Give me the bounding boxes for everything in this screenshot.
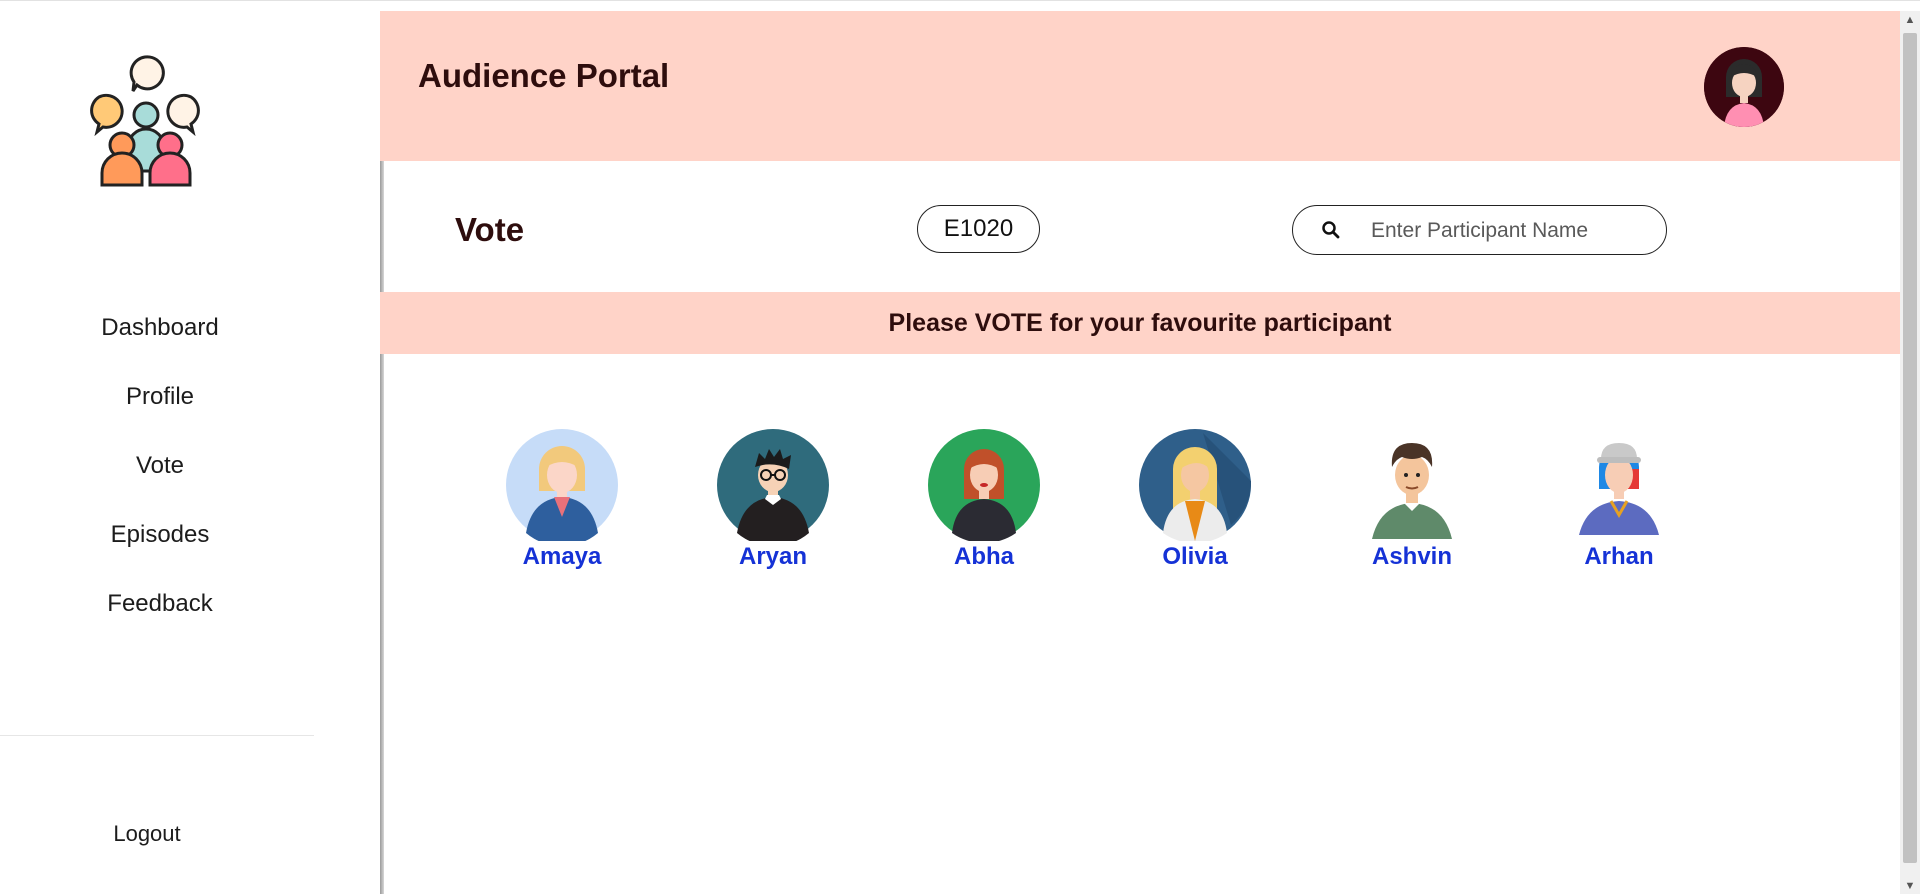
section-title: Vote xyxy=(455,211,525,248)
app-window: Dashboard Profile Vote Episodes Feedback… xyxy=(0,0,1920,894)
scroll-up-arrow-icon[interactable]: ▲ xyxy=(1900,11,1920,29)
scroll-down-arrow-icon[interactable]: ▼ xyxy=(1900,877,1920,894)
participant-name: Abha xyxy=(954,543,1014,570)
participant-card[interactable]: Amaya xyxy=(482,429,642,571)
sidebar-item-dashboard[interactable]: Dashboard xyxy=(0,309,320,378)
page-title: Audience Portal xyxy=(418,57,670,94)
participant-name: Arhan xyxy=(1584,543,1654,570)
participant-search xyxy=(1292,205,1667,255)
sidebar-item-feedback[interactable]: Feedback xyxy=(0,585,320,654)
avatar-man-glasses-icon xyxy=(717,429,829,541)
vote-banner: Please VOTE for your favourite participa… xyxy=(380,292,1900,354)
participant-list: Amaya Aryan Abha Olivia Ashvin Arhan xyxy=(0,429,1900,589)
avatar-man-brown-hair-icon xyxy=(1372,443,1452,539)
participant-card[interactable]: Abha xyxy=(904,429,1064,571)
scrollbar-thumb[interactable] xyxy=(1903,33,1917,863)
sidebar-divider xyxy=(0,735,314,736)
participant-name: Olivia xyxy=(1162,543,1228,570)
audience-logo-icon xyxy=(90,55,200,187)
vertical-scrollbar[interactable]: ▲ ▼ xyxy=(1900,11,1920,894)
episode-id-badge: E1020 xyxy=(917,205,1040,253)
participant-card[interactable]: Arhan xyxy=(1539,429,1699,571)
participant-card[interactable]: Aryan xyxy=(693,429,853,571)
avatar-woman-blonde-long-icon xyxy=(1139,429,1251,541)
logout-button[interactable]: Logout xyxy=(0,821,294,847)
participant-name: Ashvin xyxy=(1371,543,1452,570)
participant-search-input[interactable] xyxy=(1369,212,1653,250)
user-avatar[interactable] xyxy=(1704,47,1784,127)
avatar-woman-blonde-icon xyxy=(506,429,618,541)
search-icon xyxy=(1322,221,1340,239)
participant-name: Amaya xyxy=(522,543,602,570)
avatar-man-cap-icon xyxy=(1579,443,1659,535)
user-avatar-icon xyxy=(1704,47,1784,127)
participant-name: Aryan xyxy=(738,543,808,570)
participant-card[interactable]: Ashvin xyxy=(1332,429,1492,571)
page-header: Audience Portal xyxy=(380,11,1900,161)
avatar-woman-redhead-icon xyxy=(928,429,1040,541)
participant-card[interactable]: Olivia xyxy=(1115,429,1275,571)
